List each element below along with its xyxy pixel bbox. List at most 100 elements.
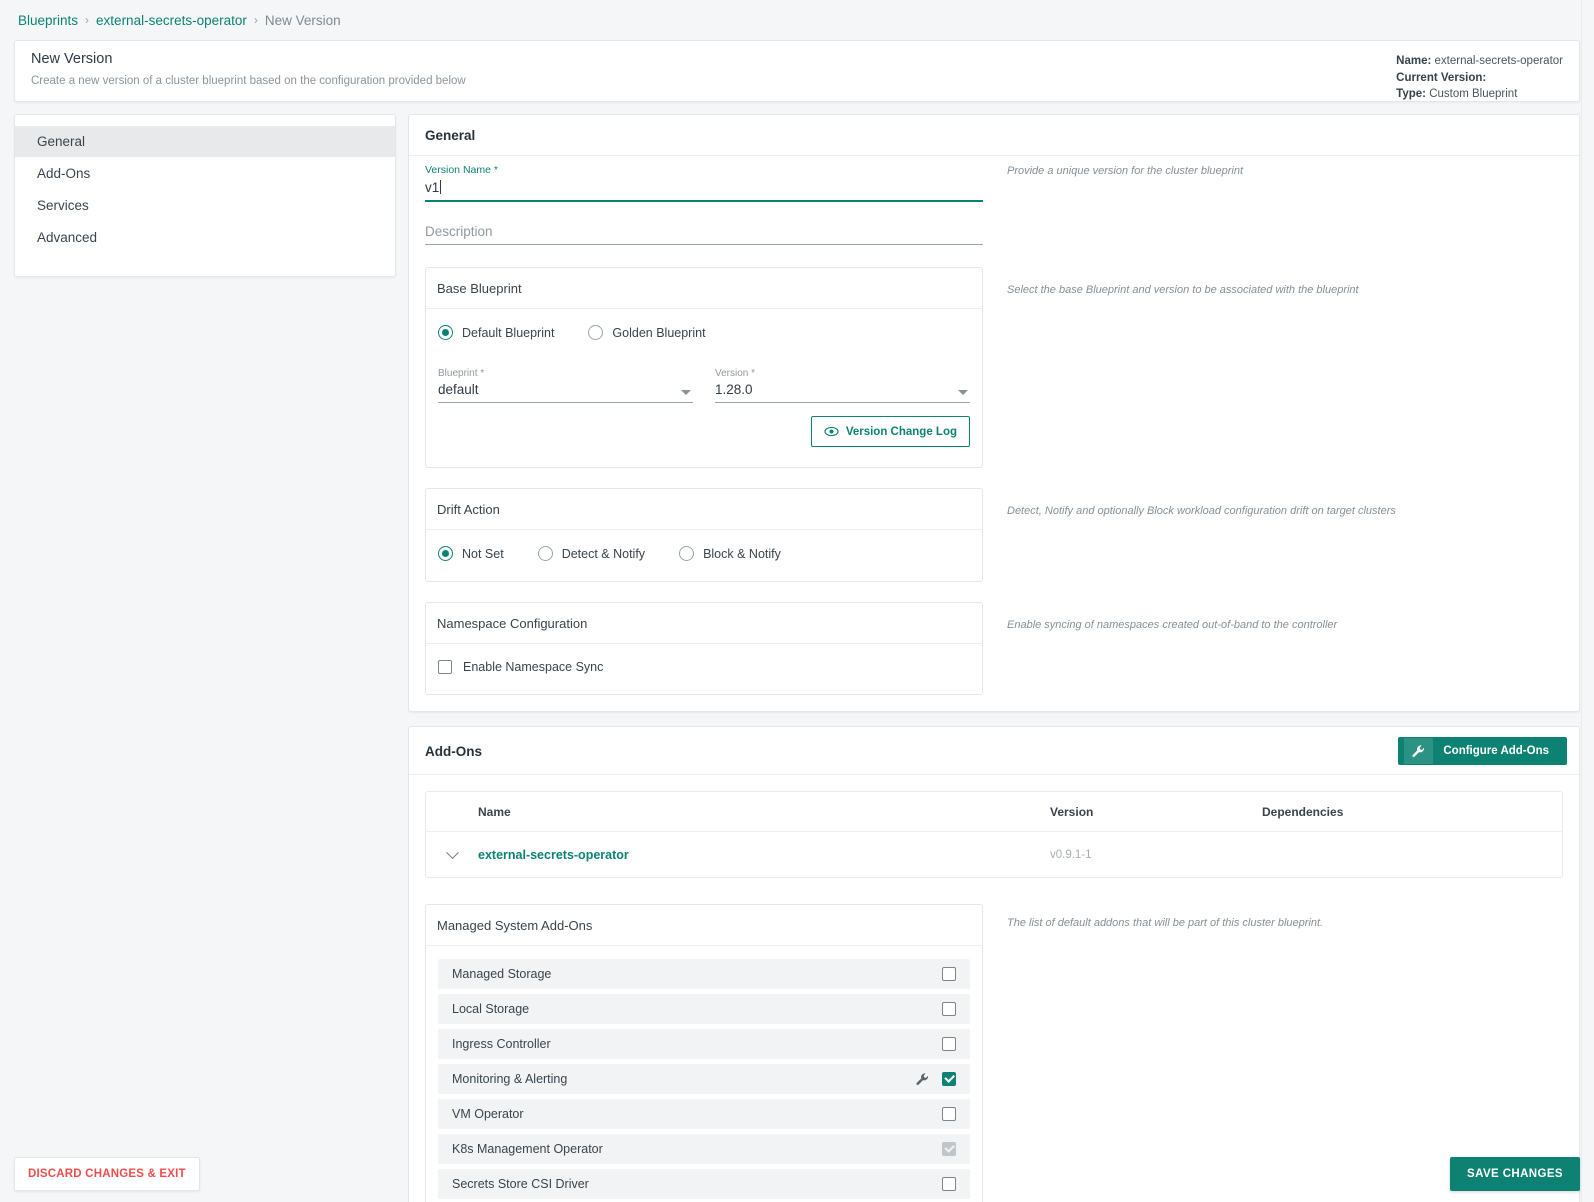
namespace-config-title: Namespace Configuration — [426, 603, 982, 644]
base-blueprint-radio-group: Default Blueprint Golden Blueprint — [438, 325, 970, 340]
section-nav-sidebar: General Add-Ons Services Advanced — [14, 114, 396, 277]
page-header-text: New Version Create a new version of a cl… — [31, 51, 466, 87]
chevron-down-icon — [681, 390, 691, 395]
version-name-help: Provide a unique version for the cluster… — [1007, 165, 1244, 177]
addon-name-cell: external-secrets-operator — [478, 848, 1050, 862]
page-title: New Version — [31, 51, 113, 67]
page-subtitle: Create a new version of a cluster bluepr… — [31, 75, 466, 87]
configure-addons-label: Configure Add-Ons — [1443, 745, 1549, 757]
version-change-log-label: Version Change Log — [845, 425, 957, 438]
meta-current-version-row: Current Version: — [1396, 70, 1563, 87]
radio-indicator-icon — [438, 325, 453, 340]
page-scrollbar[interactable] — [1581, 0, 1594, 1202]
version-change-log-button[interactable]: Version Change Log — [810, 416, 970, 447]
base-blueprint-selects: Blueprint * default Version * 1.28.0 — [438, 368, 970, 403]
sidebar-item-general[interactable]: General — [15, 126, 395, 157]
addons-panel: Add-Ons Configure Add-Ons Name Version D… — [408, 726, 1580, 1202]
expand-row-cell[interactable] — [426, 845, 478, 860]
checkbox-indicator-icon[interactable] — [942, 1002, 956, 1016]
blueprint-select-label: Blueprint * — [438, 368, 485, 379]
sidebar-item-label: Services — [37, 198, 89, 213]
radio-indicator-icon — [679, 546, 695, 561]
namespace-config-section: Namespace Configuration Enable Namespace… — [425, 602, 983, 695]
managed-addon-label: VM Operator — [452, 1107, 524, 1121]
blueprint-select-value: default — [438, 382, 693, 403]
checkbox-indicator-icon[interactable] — [942, 1072, 956, 1086]
checkbox-enable-namespace-sync[interactable]: Enable Namespace Sync — [438, 660, 936, 674]
radio-block-notify[interactable]: Block & Notify — [679, 546, 781, 561]
breadcrumb-item-blueprints[interactable]: Blueprints — [18, 13, 78, 28]
managed-addon-managed-storage[interactable]: Managed Storage — [438, 959, 970, 989]
drift-action-row: Drift Action Not Set Detect & Notify Blo… — [425, 482, 1563, 582]
addons-panel-body: Name Version Dependencies external-secre… — [409, 775, 1579, 1202]
expand-column-header — [426, 805, 478, 819]
eye-icon — [824, 426, 839, 437]
radio-default-blueprint[interactable]: Default Blueprint — [438, 325, 554, 340]
sidebar-item-advanced[interactable]: Advanced — [15, 222, 395, 253]
meta-type-row: Type: Custom Blueprint — [1396, 86, 1563, 103]
radio-indicator-icon — [438, 546, 453, 561]
checkbox-indicator-icon[interactable] — [942, 1107, 956, 1121]
wrench-icon[interactable] — [915, 1072, 930, 1087]
general-panel-title: General — [409, 115, 1579, 156]
version-name-label: Version Name * — [425, 164, 498, 176]
addons-panel-title: Add-Ons — [425, 743, 482, 759]
base-blueprint-help: Select the base Blueprint and version to… — [1007, 284, 1359, 296]
checkbox-indicator-icon[interactable] — [942, 1037, 956, 1051]
column-header-name: Name — [478, 805, 511, 819]
chevron-down-icon[interactable] — [445, 845, 459, 859]
description-field[interactable]: Description — [425, 218, 983, 245]
sidebar-item-addons[interactable]: Add-Ons — [15, 158, 395, 189]
checkbox-indicator-icon — [438, 660, 452, 674]
breadcrumb-separator-icon: › — [253, 13, 258, 27]
version-name-input[interactable]: v1 — [425, 178, 983, 202]
managed-addons-title: Managed System Add-Ons — [426, 905, 982, 946]
content-scroll-area[interactable]: General Version Name * v1 Description Pr… — [408, 114, 1580, 1202]
radio-not-set[interactable]: Not Set — [438, 546, 504, 561]
radio-label: Block & Notify — [703, 546, 781, 561]
version-name-value: v1 — [425, 180, 440, 195]
wrench-icon — [1404, 738, 1434, 764]
managed-addon-controls — [942, 967, 956, 981]
addons-table-header: Name Version Dependencies — [426, 792, 1562, 832]
save-changes-button[interactable]: SAVE CHANGES — [1450, 1157, 1580, 1191]
managed-addon-label: Ingress Controller — [452, 1037, 551, 1051]
meta-type-key: Type: — [1396, 88, 1426, 101]
managed-addon-monitoring-alerting[interactable]: Monitoring & Alerting — [438, 1064, 970, 1094]
managed-addon-controls — [915, 1072, 956, 1087]
managed-addon-controls — [942, 1107, 956, 1121]
version-select[interactable]: Version * 1.28.0 — [715, 368, 970, 403]
checkbox-indicator-icon[interactable] — [942, 967, 956, 981]
radio-label: Detect & Notify — [561, 546, 646, 561]
addon-name-link[interactable]: external-secrets-operator — [478, 848, 629, 862]
version-name-row: Version Name * v1 Description Provide a … — [425, 164, 1563, 261]
radio-indicator-icon — [537, 546, 553, 561]
breadcrumb: Blueprints › external-secrets-operator ›… — [0, 0, 1594, 40]
meta-name-value: external-secrets-operator — [1434, 55, 1563, 67]
general-panel-body: Version Name * v1 Description Provide a … — [409, 156, 1579, 711]
managed-addon-vm-operator[interactable]: VM Operator — [438, 1099, 970, 1129]
managed-addon-local-storage[interactable]: Local Storage — [438, 994, 970, 1024]
blueprint-select[interactable]: Blueprint * default — [438, 368, 693, 403]
meta-type-value: Custom Blueprint — [1429, 88, 1518, 101]
discard-changes-button[interactable]: DISCARD CHANGES & EXIT — [14, 1157, 200, 1191]
radio-detect-notify[interactable]: Detect & Notify — [537, 546, 646, 561]
table-row: external-secrets-operator v0.9.1-1 — [426, 832, 1562, 877]
managed-addon-ingress-controller[interactable]: Ingress Controller — [438, 1029, 970, 1059]
configure-addons-button[interactable]: Configure Add-Ons — [1398, 737, 1567, 765]
radio-golden-blueprint[interactable]: Golden Blueprint — [588, 325, 706, 340]
meta-name-key: Name: — [1396, 55, 1432, 67]
managed-addons-help: The list of default addons that will be … — [1007, 917, 1324, 929]
sidebar-item-services[interactable]: Services — [15, 190, 395, 221]
managed-addon-controls — [942, 1002, 956, 1016]
page-root: Blueprints › external-secrets-operator ›… — [0, 0, 1594, 1202]
radio-indicator-icon — [588, 325, 604, 340]
version-name-field: Version Name * v1 — [425, 164, 983, 202]
radio-label: Not Set — [462, 546, 504, 561]
managed-addon-label: Managed Storage — [452, 967, 552, 981]
breadcrumb-item-blueprint-name[interactable]: external-secrets-operator — [96, 13, 247, 28]
column-header-dependencies: Dependencies — [1262, 805, 1344, 819]
drift-action-title: Drift Action — [426, 489, 982, 530]
base-blueprint-section: Base Blueprint Default Blueprint Golden … — [425, 267, 983, 468]
managed-addon-controls — [942, 1037, 956, 1051]
